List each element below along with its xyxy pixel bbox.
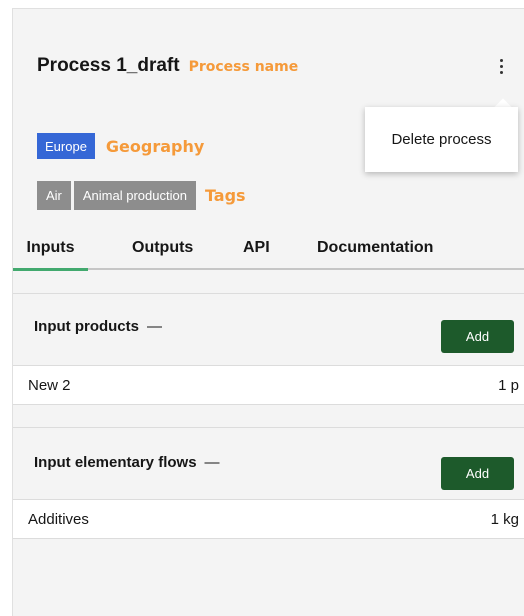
tab-bar: Inputs Outputs API Documentation xyxy=(13,235,524,271)
table-row[interactable]: Additives 1 kg xyxy=(13,499,524,539)
row-quantity: 1 kg xyxy=(490,511,519,528)
page-title: Process 1_draft xyxy=(37,55,180,76)
tab-api[interactable]: API xyxy=(243,235,270,270)
section-title-label: Input products xyxy=(34,318,139,335)
section-title: Input products — xyxy=(34,318,162,335)
collapse-dash[interactable]: — xyxy=(205,454,220,471)
overflow-menu-icon[interactable] xyxy=(494,59,508,79)
section-title: Input elementary flows — xyxy=(34,454,220,471)
table-row[interactable]: New 2 1 p xyxy=(13,365,524,405)
delete-process-menu-item[interactable]: Delete process xyxy=(365,107,518,172)
tag-animal-production[interactable]: Animal production xyxy=(73,181,196,210)
tags-annotation: Tags xyxy=(204,186,246,205)
geography-annotation: Geography xyxy=(105,136,205,156)
process-panel: Process 1_draft Process name Delete proc… xyxy=(12,8,524,616)
add-input-product-button[interactable]: Add xyxy=(441,320,514,353)
geography-row: Europe Geography xyxy=(37,133,204,159)
input-products-section: Input products — Add xyxy=(13,293,524,365)
section-title-label: Input elementary flows xyxy=(34,454,197,471)
row-name: Additives xyxy=(28,511,89,528)
tab-documentation[interactable]: Documentation xyxy=(317,235,433,270)
title-row: Process 1_draft Process name xyxy=(37,55,298,77)
tags-row: Air Animal production Tags xyxy=(37,181,246,210)
row-name: New 2 xyxy=(28,377,71,394)
tab-outputs[interactable]: Outputs xyxy=(132,235,193,270)
tag-air[interactable]: Air xyxy=(37,181,71,210)
add-elementary-flow-button[interactable]: Add xyxy=(441,457,514,490)
geography-tag[interactable]: Europe xyxy=(37,133,95,159)
row-quantity: 1 p xyxy=(498,377,519,394)
process-name-annotation: Process name xyxy=(188,59,299,75)
collapse-dash[interactable]: — xyxy=(147,318,162,335)
input-elementary-flows-section: Input elementary flows — Add xyxy=(13,427,524,499)
tab-inputs[interactable]: Inputs xyxy=(13,235,88,271)
